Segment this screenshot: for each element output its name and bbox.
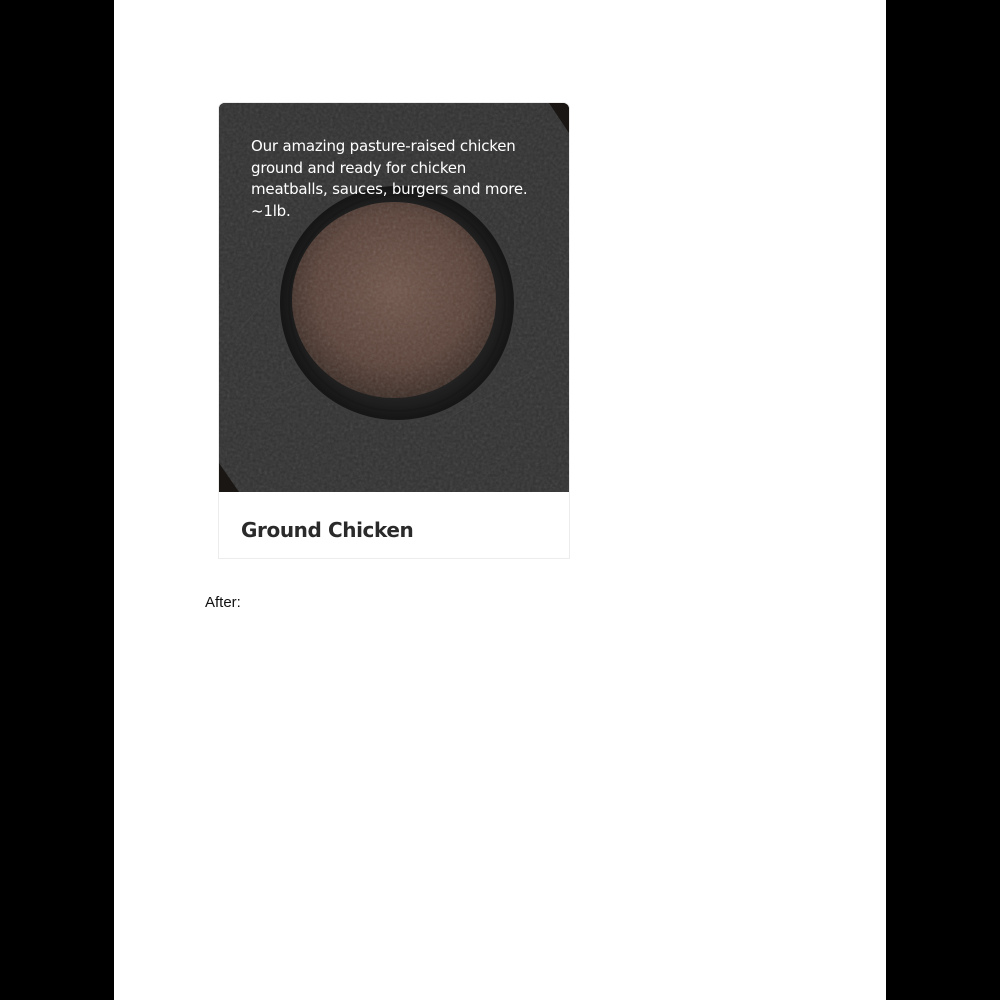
product-card[interactable]: Our amazing pasture-raised chicken groun…: [219, 103, 569, 558]
page: Our amazing pasture-raised chicken groun…: [114, 0, 886, 1000]
after-caption: After:: [205, 594, 241, 611]
product-description: Our amazing pasture-raised chicken groun…: [251, 137, 528, 220]
card-body: Ground Chicken: [219, 492, 569, 558]
product-image[interactable]: Our amazing pasture-raised chicken groun…: [219, 103, 569, 492]
product-title[interactable]: Ground Chicken: [241, 518, 414, 542]
